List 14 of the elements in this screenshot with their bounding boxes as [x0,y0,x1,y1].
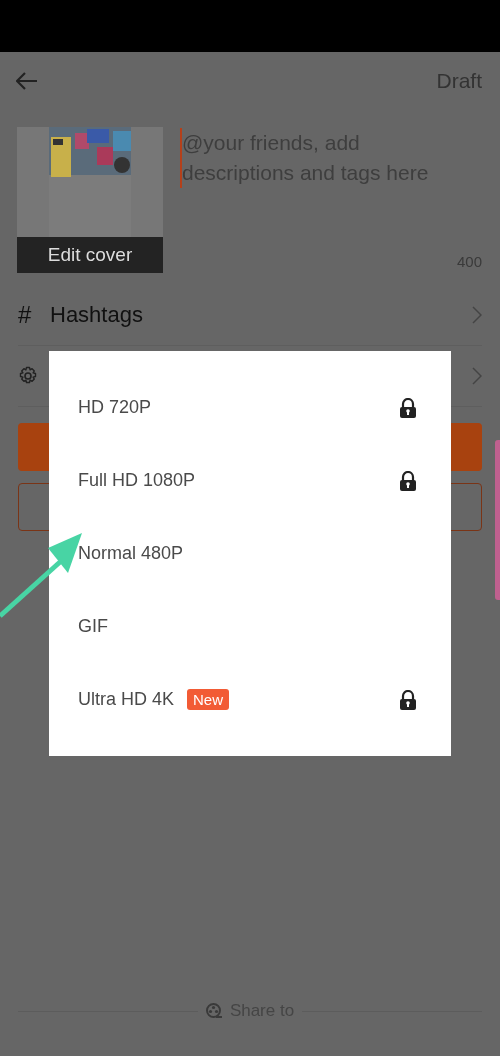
new-badge: New [187,689,230,710]
scroll-handle[interactable] [495,440,500,600]
quality-option[interactable]: Full HD 1080P [78,470,196,491]
hash-icon: # [18,301,50,329]
settings-icon [18,366,38,386]
edit-cover-button[interactable]: Edit cover [17,237,163,273]
quality-option[interactable]: Ultra HD 4K [78,689,175,710]
chevron-right-icon[interactable] [472,306,482,324]
reel-icon [205,1003,222,1019]
chevron-right-icon[interactable] [472,367,482,385]
quality-option[interactable]: GIF [78,616,108,637]
quality-option[interactable]: HD 720P [78,397,152,418]
quality-option[interactable]: Normal 480P [78,543,184,564]
back-arrow-icon[interactable] [16,72,38,90]
